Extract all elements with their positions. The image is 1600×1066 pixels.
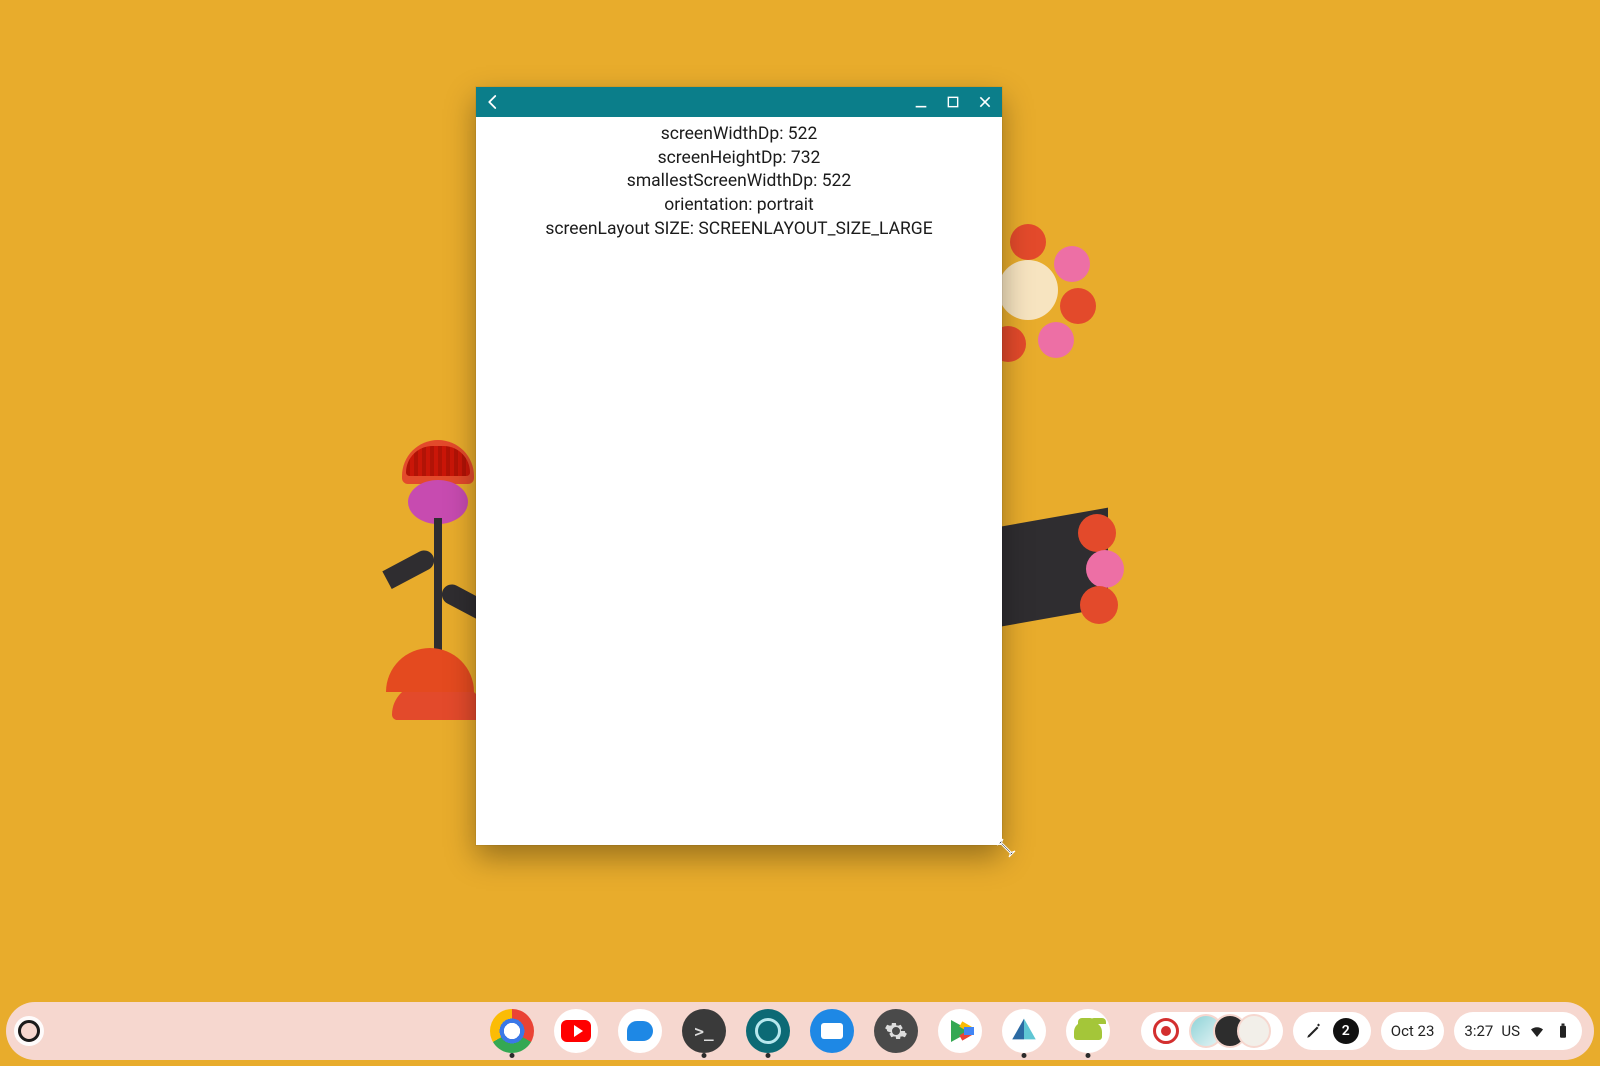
date-text: Oct 23 [1391, 1022, 1435, 1040]
wifi-icon [1528, 1022, 1546, 1040]
tray-tools-group: 2 [1293, 1012, 1371, 1050]
chrome-icon[interactable] [490, 1009, 534, 1053]
config-line: smallestScreenWidthDp522 [476, 170, 1002, 194]
date-pill[interactable]: Oct 23 [1381, 1012, 1445, 1050]
minimize-button[interactable] [912, 93, 930, 111]
config-value: SCREENLAYOUT_SIZE_LARGE [698, 219, 932, 239]
config-value: 732 [791, 148, 821, 168]
launcher-button[interactable] [18, 1020, 40, 1042]
config-line: screenWidthDp522 [476, 123, 1002, 147]
resize-cursor-icon [996, 838, 1016, 858]
terminal-icon[interactable] [682, 1009, 726, 1053]
android-studio-icon[interactable] [1002, 1009, 1046, 1053]
config-label: screenLayout SIZE [545, 219, 698, 239]
screen-record-icon[interactable] [1153, 1018, 1179, 1044]
messages-icon[interactable] [618, 1009, 662, 1053]
back-button[interactable] [484, 93, 502, 111]
app-window[interactable]: screenWidthDp522 screenHeightDp732 small… [476, 87, 1002, 845]
files-icon[interactable] [810, 1009, 854, 1053]
config-label: screenWidthDp [661, 124, 788, 144]
teal-app-icon[interactable] [746, 1009, 790, 1053]
settings-icon[interactable] [874, 1009, 918, 1053]
android-emulator-icon[interactable] [1066, 1009, 1110, 1053]
shelf-apps [490, 1009, 1110, 1053]
avatar-stack[interactable] [1189, 1014, 1271, 1048]
stylus-icon[interactable] [1305, 1022, 1323, 1040]
config-label: smallestScreenWidthDp [627, 171, 822, 191]
keyboard-layout-text: US [1501, 1022, 1520, 1040]
time-text: 3:27 [1464, 1022, 1493, 1040]
config-label: orientation [664, 195, 757, 215]
battery-icon [1554, 1022, 1572, 1040]
config-label: screenHeightDp [658, 148, 791, 168]
window-content: screenWidthDp522 screenHeightDp732 small… [476, 117, 1002, 241]
shelf: 2 Oct 23 3:27 US [6, 1002, 1594, 1060]
config-line: orientationportrait [476, 194, 1002, 218]
notification-count: 2 [1342, 1023, 1350, 1039]
maximize-button[interactable] [944, 93, 962, 111]
status-pill[interactable]: 3:27 US [1454, 1012, 1582, 1050]
config-value: 522 [788, 124, 818, 144]
close-button[interactable] [976, 93, 994, 111]
youtube-icon[interactable] [554, 1009, 598, 1053]
window-titlebar[interactable] [476, 87, 1002, 117]
wallpaper-decoration [386, 648, 474, 692]
avatar-icon[interactable] [1237, 1014, 1271, 1048]
tray-recording-group [1141, 1012, 1283, 1050]
shelf-tray: 2 Oct 23 3:27 US [1141, 1012, 1582, 1050]
config-line: screenHeightDp732 [476, 147, 1002, 171]
notification-badge[interactable]: 2 [1333, 1018, 1359, 1044]
play-store-icon[interactable] [938, 1009, 982, 1053]
config-line: screenLayout SIZESCREENLAYOUT_SIZE_LARGE [476, 218, 1002, 242]
config-value: 522 [822, 171, 852, 191]
config-value: portrait [757, 195, 814, 215]
